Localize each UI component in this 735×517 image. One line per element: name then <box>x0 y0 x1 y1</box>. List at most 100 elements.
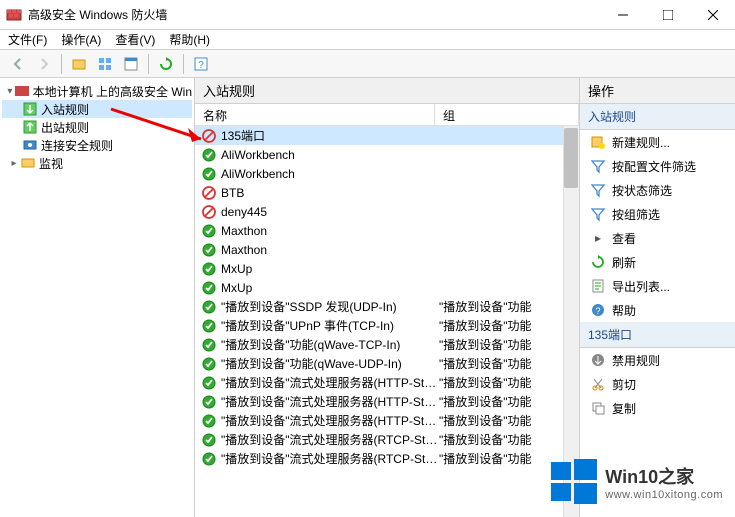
rule-row[interactable]: "播放到设备"流式处理服务器(HTTP-Stre..."播放到设备"功能 <box>195 411 579 430</box>
refresh-icon <box>590 254 606 270</box>
scroll-thumb[interactable] <box>564 128 578 188</box>
rules-panel: 入站规则 名称 组 135端口AliWorkbenchAliWorkbenchB… <box>195 78 580 517</box>
toolbar-help-button[interactable]: ? <box>189 52 213 76</box>
action-新建规则[interactable]: 新建规则... <box>580 130 735 154</box>
toolbar: ? <box>0 50 735 78</box>
rule-row[interactable]: BTB <box>195 183 579 202</box>
forward-button[interactable] <box>32 52 56 76</box>
rule-row[interactable]: 135端口 <box>195 126 579 145</box>
close-button[interactable] <box>690 0 735 30</box>
menu-help[interactable]: 帮助(H) <box>169 31 210 48</box>
rule-row[interactable]: "播放到设备"流式处理服务器(RTCP-Stre..."播放到设备"功能 <box>195 449 579 468</box>
rule-row[interactable]: "播放到设备"流式处理服务器(RTCP-Stre..."播放到设备"功能 <box>195 430 579 449</box>
tree-monitor[interactable]: ▸ 监视 <box>2 154 192 172</box>
rule-row[interactable]: deny445 <box>195 202 579 221</box>
toolbar-list-button[interactable] <box>93 52 117 76</box>
rule-row[interactable]: "播放到设备"UPnP 事件(TCP-In)"播放到设备"功能 <box>195 316 579 335</box>
allow-icon <box>201 394 217 410</box>
rule-name: BTB <box>221 186 439 200</box>
copy-icon <box>590 400 606 416</box>
rule-row[interactable]: "播放到设备"功能(qWave-TCP-In)"播放到设备"功能 <box>195 335 579 354</box>
rule-row[interactable]: MxUp <box>195 259 579 278</box>
toolbar-separator <box>61 54 62 74</box>
toolbar-folder-button[interactable] <box>67 52 91 76</box>
action-label: 新建规则... <box>612 134 670 151</box>
allow-icon <box>201 280 217 296</box>
collapse-icon[interactable]: ▾ <box>6 86 14 97</box>
allow-icon <box>201 147 217 163</box>
action-label: 剪切 <box>612 376 636 393</box>
rule-group: "播放到设备"功能 <box>439 412 579 429</box>
firewall-icon <box>6 7 22 23</box>
menu-action[interactable]: 操作(A) <box>61 31 101 48</box>
col-name[interactable]: 名称 <box>195 104 435 125</box>
action-导出列表[interactable]: 导出列表... <box>580 274 735 298</box>
allow-icon <box>201 318 217 334</box>
rule-name: "播放到设备"流式处理服务器(HTTP-Stre... <box>221 412 439 429</box>
action-复制[interactable]: 复制 <box>580 396 735 420</box>
action-刷新[interactable]: 刷新 <box>580 250 735 274</box>
rule-group: "播放到设备"功能 <box>439 336 579 353</box>
tree-monitor-label: 监视 <box>39 155 63 172</box>
allow-icon <box>201 261 217 277</box>
tree-connsec-label: 连接安全规则 <box>41 137 113 154</box>
maximize-button[interactable] <box>645 0 690 30</box>
action-label: 按配置文件筛选 <box>612 158 696 175</box>
block-icon <box>201 185 217 201</box>
rule-group: "播放到设备"功能 <box>439 298 579 315</box>
tree-outbound-label: 出站规则 <box>41 119 89 136</box>
menu-file[interactable]: 文件(F) <box>8 31 47 48</box>
rule-name: "播放到设备"流式处理服务器(HTTP-Stre... <box>221 374 439 391</box>
rule-row[interactable]: AliWorkbench <box>195 145 579 164</box>
rule-name: AliWorkbench <box>221 167 439 181</box>
rule-group: "播放到设备"功能 <box>439 393 579 410</box>
action-禁用规则[interactable]: 禁用规则 <box>580 348 735 372</box>
tree-connsec[interactable]: 连接安全规则 <box>2 136 192 154</box>
rule-row[interactable]: "播放到设备"流式处理服务器(HTTP-Stre..."播放到设备"功能 <box>195 373 579 392</box>
action-帮助[interactable]: ? 帮助 <box>580 298 735 322</box>
watermark: Win10之家 www.win10xitong.com <box>551 459 723 505</box>
rule-row[interactable]: "播放到设备"SSDP 发现(UDP-In)"播放到设备"功能 <box>195 297 579 316</box>
action-label: 查看 <box>612 230 636 247</box>
expand-icon[interactable]: ▸ <box>8 158 20 169</box>
filter-icon <box>590 182 606 198</box>
action-查看[interactable]: ▸ 查看 <box>580 226 735 250</box>
action-按配置文件筛选[interactable]: 按配置文件筛选 <box>580 154 735 178</box>
allow-icon <box>201 337 217 353</box>
menu-view[interactable]: 查看(V) <box>115 31 155 48</box>
tree-inbound-label: 入站规则 <box>41 101 89 118</box>
svg-text:?: ? <box>595 306 600 316</box>
monitor-icon <box>20 155 36 171</box>
action-按状态筛选[interactable]: 按状态筛选 <box>580 178 735 202</box>
rule-name: "播放到设备"流式处理服务器(RTCP-Stre... <box>221 450 439 467</box>
rule-group: "播放到设备"功能 <box>439 431 579 448</box>
rule-row[interactable]: "播放到设备"功能(qWave-UDP-In)"播放到设备"功能 <box>195 354 579 373</box>
connsec-icon <box>22 137 38 153</box>
watermark-brand: Win10之家 <box>605 463 723 489</box>
rule-row[interactable]: "播放到设备"流式处理服务器(HTTP-Stre..."播放到设备"功能 <box>195 392 579 411</box>
action-label: 按状态筛选 <box>612 182 672 199</box>
help-icon: ? <box>590 302 606 318</box>
col-group[interactable]: 组 <box>435 104 579 125</box>
view-icon: ▸ <box>590 230 606 246</box>
toolbar-refresh-button[interactable] <box>154 52 178 76</box>
rule-row[interactable]: MxUp <box>195 278 579 297</box>
rule-name: 135端口 <box>221 127 439 144</box>
tree-inbound[interactable]: 入站规则 <box>2 100 192 118</box>
action-剪切[interactable]: 剪切 <box>580 372 735 396</box>
action-label: 帮助 <box>612 302 636 319</box>
tree-root[interactable]: ▾ 本地计算机 上的高级安全 Win <box>2 82 192 100</box>
rule-row[interactable]: AliWorkbench <box>195 164 579 183</box>
back-button[interactable] <box>6 52 30 76</box>
actions-group-rule: 135端口 <box>580 322 735 348</box>
minimize-button[interactable] <box>600 0 645 30</box>
allow-icon <box>201 166 217 182</box>
rule-row[interactable]: Maxthon <box>195 221 579 240</box>
menubar: 文件(F) 操作(A) 查看(V) 帮助(H) <box>0 30 735 50</box>
rule-row[interactable]: Maxthon <box>195 240 579 259</box>
toolbar-app-button[interactable] <box>119 52 143 76</box>
action-按组筛选[interactable]: 按组筛选 <box>580 202 735 226</box>
rule-name: "播放到设备"功能(qWave-UDP-In) <box>221 355 439 372</box>
tree-outbound[interactable]: 出站规则 <box>2 118 192 136</box>
inbound-icon <box>22 101 38 117</box>
